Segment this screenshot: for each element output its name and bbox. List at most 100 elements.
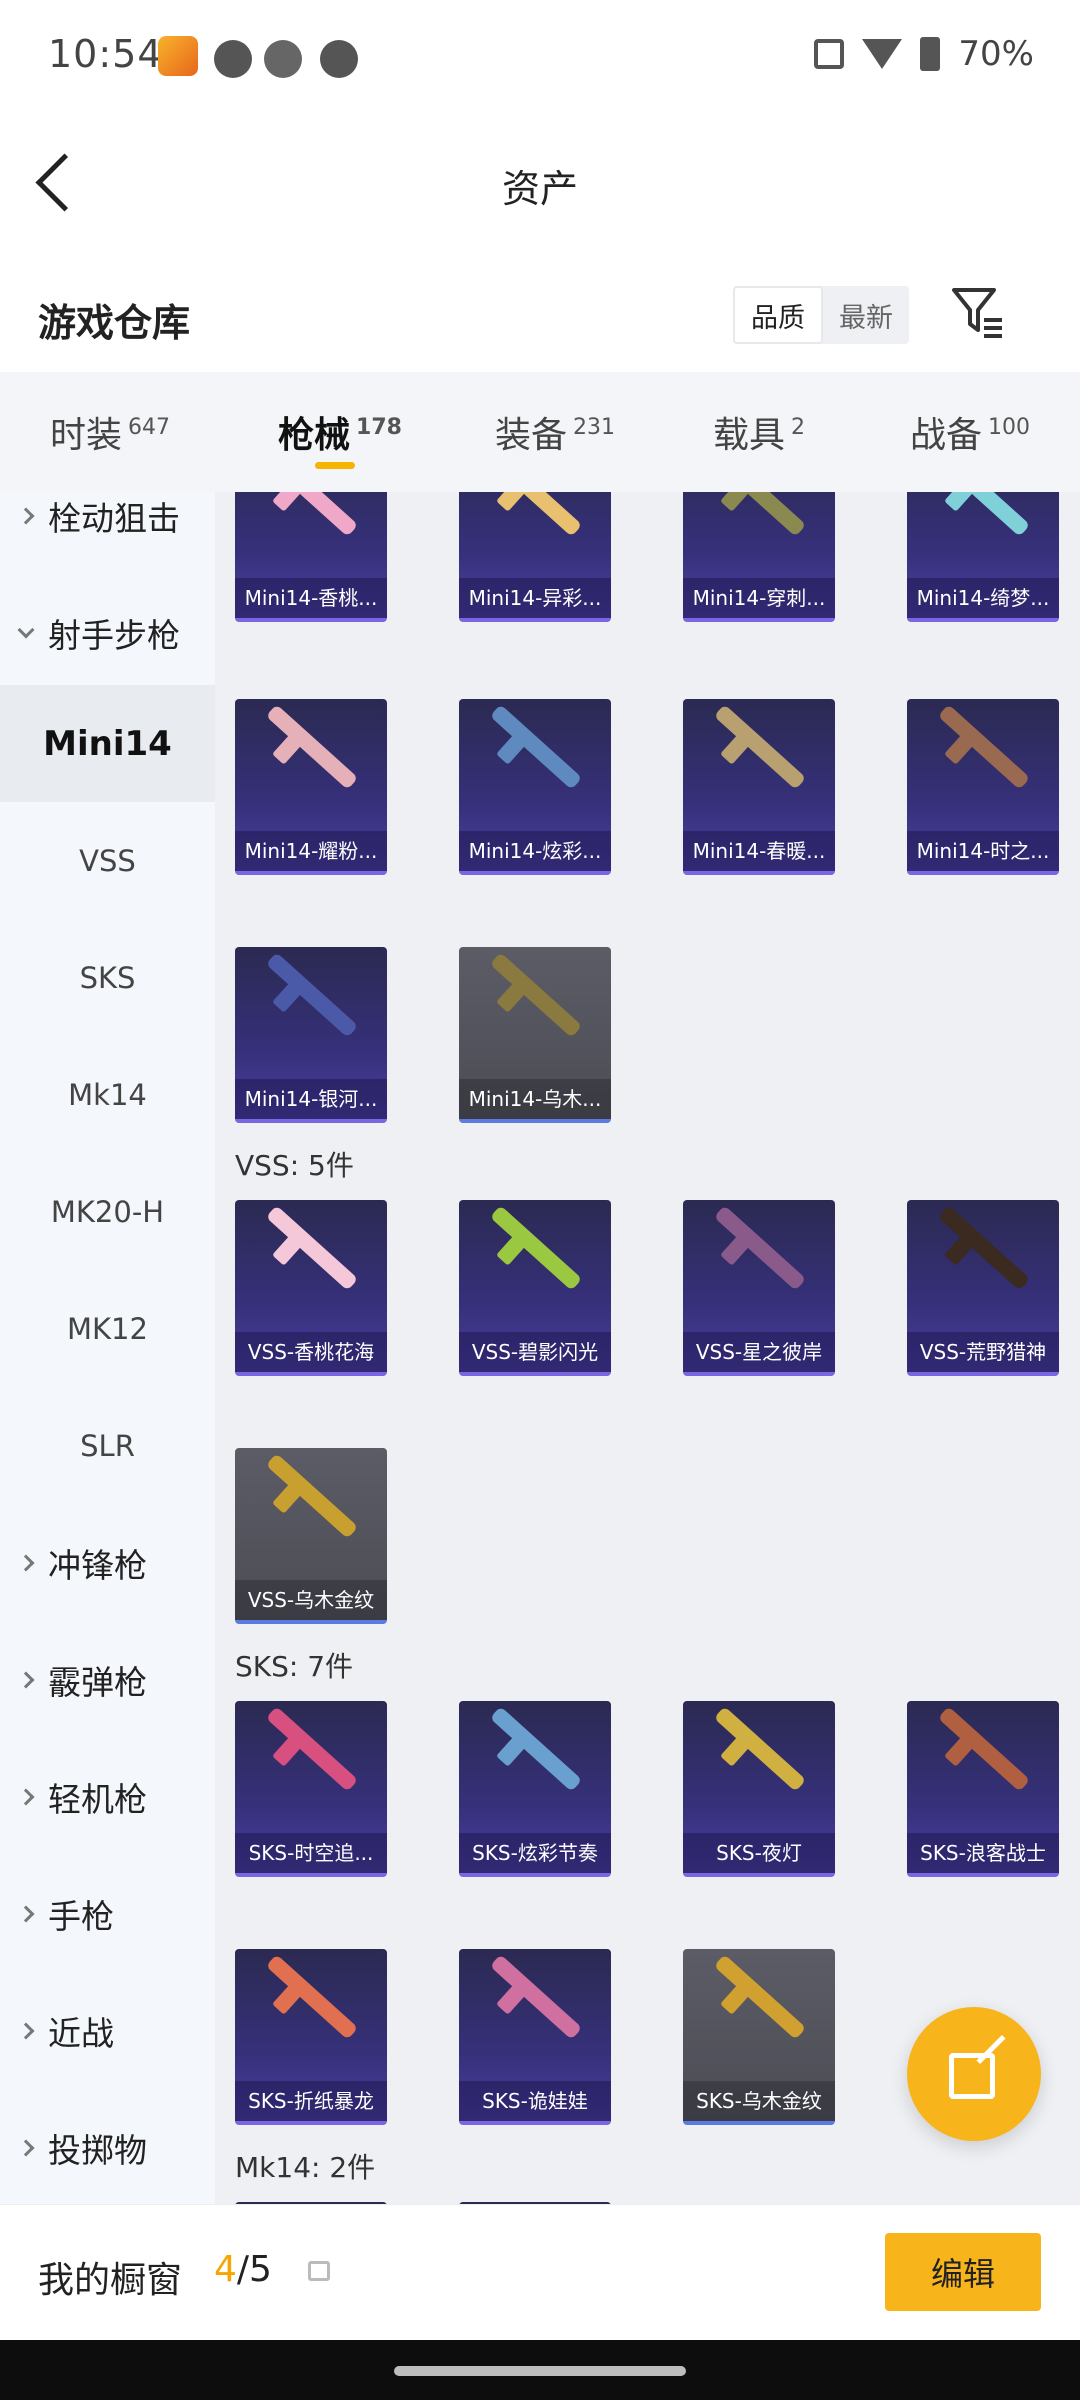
gun-skin-image xyxy=(713,492,807,537)
chevron-right-icon xyxy=(17,1554,35,1571)
sidebar-item-mini14[interactable]: Mini14 xyxy=(0,685,215,802)
sidebar-item-lmg[interactable]: 轻机枪 xyxy=(0,1738,215,1855)
item-card[interactable]: VSS-乌木金纹 xyxy=(235,1448,387,1624)
showcase-count: 4/5 xyxy=(214,2249,272,2290)
shield-icon xyxy=(264,40,302,78)
gun-skin-image xyxy=(937,704,1031,790)
group-label-vss: VSS: 5件 xyxy=(235,1149,354,1182)
app-header: 资产 xyxy=(0,112,1080,256)
chevron-right-icon xyxy=(17,2022,35,2039)
sidebar-item-mk12[interactable]: MK12 xyxy=(0,1270,215,1387)
share-button[interactable] xyxy=(907,2007,1041,2141)
calendar-icon xyxy=(214,40,252,78)
chevron-down-icon xyxy=(17,621,35,638)
item-card[interactable]: Mini14-穿刺... xyxy=(683,492,835,622)
gun-skin-image xyxy=(265,1954,359,2040)
item-card[interactable]: Mini14-耀粉... xyxy=(235,699,387,875)
battery-percent: 70% xyxy=(958,34,1034,74)
sort-quality-button[interactable]: 品质 xyxy=(733,286,823,344)
sort-toggle: 品质 最新 xyxy=(733,286,909,344)
tab-fashion[interactable]: 时装 647 xyxy=(50,406,170,458)
tab-guns[interactable]: 枪械 178 xyxy=(278,406,402,458)
motorola-icon xyxy=(320,40,358,78)
sidebar-item-sks[interactable]: SKS xyxy=(0,919,215,1036)
vibrate-icon xyxy=(814,39,845,69)
item-card[interactable]: Mini14-异彩... xyxy=(459,492,611,622)
gun-skin-image xyxy=(937,492,1031,537)
gun-skin-image xyxy=(937,1706,1031,1792)
sort-latest-button[interactable]: 最新 xyxy=(823,286,909,344)
item-card[interactable]: Mini14-春暖... xyxy=(683,699,835,875)
gun-skin-image xyxy=(713,1706,807,1792)
sidebar-item-mk14[interactable]: Mk14 xyxy=(0,1036,215,1153)
sidebar-item-throwable[interactable]: 投掷物 xyxy=(0,2089,215,2204)
tab-equipment[interactable]: 装备 231 xyxy=(495,406,615,458)
gun-skin-image xyxy=(713,704,807,790)
sidebar-item-dmr[interactable]: 射手步枪 xyxy=(0,574,215,691)
chevron-right-icon xyxy=(17,1788,35,1805)
item-card[interactable]: SKS-浪客战士 xyxy=(907,1701,1059,1877)
filter-button[interactable] xyxy=(948,280,1008,344)
sidebar-item-melee[interactable]: 近战 xyxy=(0,1972,215,2089)
page-title: 资产 xyxy=(501,167,578,211)
item-card[interactable]: Mini14-银河... xyxy=(235,947,387,1123)
gun-skin-image xyxy=(713,1954,807,2040)
edit-button[interactable]: 编辑 xyxy=(885,2233,1041,2311)
item-card[interactable]: SKS-时空追... xyxy=(235,1701,387,1877)
item-card[interactable]: SKS-夜灯 xyxy=(683,1701,835,1877)
external-link-icon xyxy=(949,2053,995,2099)
category-tabs: 时装 647 枪械 178 装备 231 载具 2 战备 100 xyxy=(0,372,1080,492)
chevron-right-icon xyxy=(17,1905,35,1922)
sidebar-item-smg[interactable]: 冲锋枪 xyxy=(0,1504,215,1621)
item-card[interactable]: SKS-乌木金纹 xyxy=(683,1949,835,2125)
item-card[interactable]: SKS-诡娃娃 xyxy=(459,1949,611,2125)
item-card[interactable]: Mini14-炫彩... xyxy=(459,699,611,875)
filter-icon xyxy=(952,288,1002,338)
item-grid: Mini14-香桃... Mini14-异彩... Mini14-穿刺... M… xyxy=(215,492,1080,2204)
sidebar-item-bolt-sniper[interactable]: 栓动狙击 xyxy=(0,492,215,574)
tab-vehicles[interactable]: 载具 2 xyxy=(713,406,805,458)
battery-icon xyxy=(920,37,941,71)
gun-skin-image xyxy=(489,492,583,537)
status-time: 10:54 xyxy=(48,32,163,76)
gun-skin-image xyxy=(713,1205,807,1291)
gun-skin-image xyxy=(937,1205,1031,1291)
gun-skin-image xyxy=(489,1954,583,2040)
sidebar-item-slr[interactable]: SLR xyxy=(0,1387,215,1504)
gun-skin-image xyxy=(489,704,583,790)
section-header: 游戏仓库 品质 最新 xyxy=(0,256,1080,372)
gun-skin-image xyxy=(265,1205,359,1291)
item-card[interactable]: VSS-荒野猎神 xyxy=(907,1200,1059,1376)
gun-skin-image xyxy=(265,1453,359,1539)
chevron-right-icon xyxy=(17,2139,35,2156)
sidebar-item-shotgun[interactable]: 霰弹枪 xyxy=(0,1621,215,1738)
system-nav-bar xyxy=(0,2340,1080,2400)
item-card[interactable]: SKS-折纸暴龙 xyxy=(235,1949,387,2125)
sidebar-item-mk20h[interactable]: MK20-H xyxy=(0,1153,215,1270)
sidebar: 栓动狙击 射手步枪 Mini14 VSS SKS Mk14 MK20-H MK1… xyxy=(0,492,215,2204)
group-label-sks: SKS: 7件 xyxy=(235,1650,354,1683)
game-app-icon xyxy=(158,36,198,76)
item-card[interactable]: VSS-香桃花海 xyxy=(235,1200,387,1376)
tab-indicator xyxy=(315,462,355,469)
item-card[interactable]: Mini14-绮梦... xyxy=(907,492,1059,622)
item-card[interactable]: Mini14-乌木... xyxy=(459,947,611,1123)
item-card[interactable]: SKS-炫彩节奏 xyxy=(459,1701,611,1877)
item-card[interactable]: VSS-碧影闪光 xyxy=(459,1200,611,1376)
group-label-mk14: Mk14: 2件 xyxy=(235,2151,376,2184)
gun-skin-image xyxy=(265,492,359,537)
sidebar-item-pistol[interactable]: 手枪 xyxy=(0,1855,215,1972)
section-title: 游戏仓库 xyxy=(38,301,191,345)
sidebar-item-vss[interactable]: VSS xyxy=(0,802,215,919)
item-card[interactable]: VSS-星之彼岸 xyxy=(683,1200,835,1376)
showcase-bar: 我的橱窗 4/5 编辑 xyxy=(0,2204,1080,2340)
home-gesture-pill[interactable] xyxy=(394,2366,686,2376)
item-card[interactable]: Mini14-香桃... xyxy=(235,492,387,622)
item-card[interactable]: Mini14-时之... xyxy=(907,699,1059,875)
gun-skin-image xyxy=(265,1706,359,1792)
tab-gear[interactable]: 战备 100 xyxy=(910,406,1030,458)
gun-skin-image xyxy=(265,704,359,790)
wifi-icon xyxy=(862,39,903,69)
chevron-right-icon xyxy=(17,1671,35,1688)
status-right: 70% xyxy=(814,34,1034,74)
